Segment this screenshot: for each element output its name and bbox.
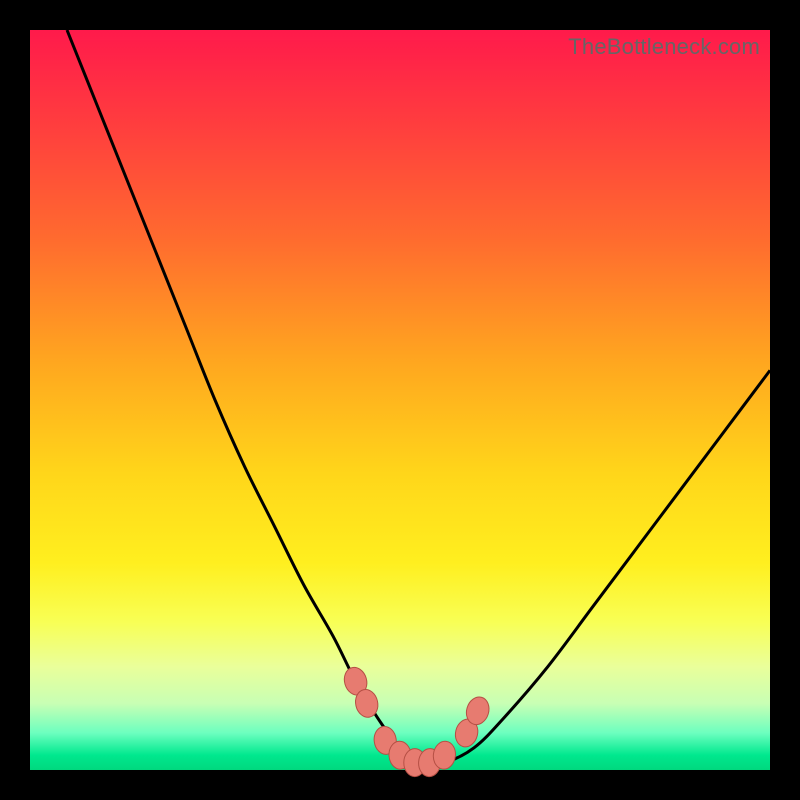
outer-frame: TheBottleneck.com [0,0,800,800]
curve-path [67,30,770,764]
marker-group [341,665,492,778]
plot-area: TheBottleneck.com [30,30,770,770]
bottleneck-curve [30,30,770,770]
